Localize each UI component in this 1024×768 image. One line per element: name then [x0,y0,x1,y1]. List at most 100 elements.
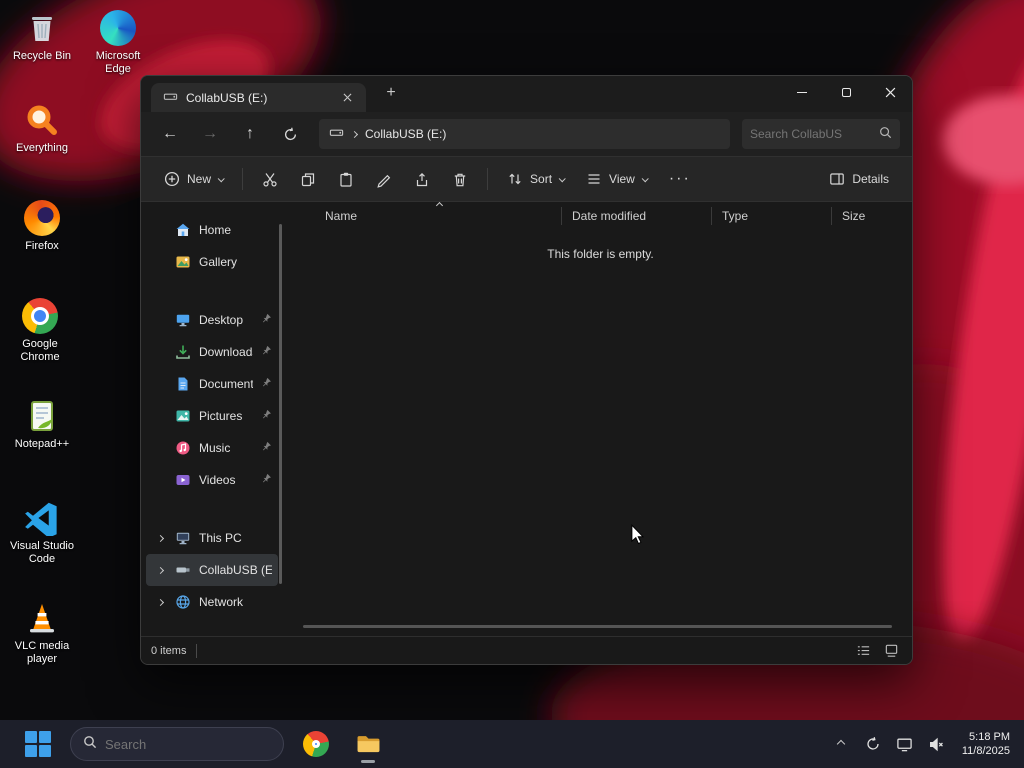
new-button[interactable]: New [155,163,232,195]
details-button-label: Details [852,172,889,186]
taskbar-search-input[interactable] [105,736,271,752]
tab-close-icon[interactable] [336,87,358,109]
sort-icon [509,173,521,185]
chevron-right-icon[interactable] [154,566,166,574]
close-button[interactable] [868,76,912,108]
chevron-right-icon[interactable] [154,598,166,606]
chevron-right-icon[interactable] [154,534,166,542]
volume-icon[interactable] [926,733,948,755]
explorer-search-input[interactable] [750,127,879,141]
desktop-folder-icon [174,312,191,328]
column-header-size[interactable]: Size [831,206,903,225]
desktop-icon-vscode[interactable]: Visual Studio Code [6,500,78,566]
desktop-icon-label: Everything [16,142,68,154]
taskbar-search[interactable] [70,727,284,761]
sidebar-item-home[interactable]: Home [146,214,278,246]
plus-circle-icon [164,171,180,187]
rename-button[interactable] [367,163,401,195]
breadcrumb[interactable]: CollabUSB (E:) [365,127,446,141]
sidebar-item-desktop[interactable]: Desktop [146,304,278,336]
sidebar-item-this-pc[interactable]: This PC [146,522,278,554]
details-button[interactable]: Details [820,163,898,195]
display-cast-icon[interactable] [894,733,916,755]
sort-button[interactable]: Sort [498,163,573,195]
details-pane-icon [830,173,845,185]
sidebar-item-documents[interactable]: Documents [146,368,278,400]
back-button[interactable]: ← [153,119,187,149]
sync-icon[interactable] [862,733,884,755]
forward-button[interactable]: → [193,119,227,149]
active-app-indicator [361,760,375,763]
sidebar-item-videos[interactable]: Videos [146,464,278,496]
desktop-icon-label: Recycle Bin [12,50,72,62]
column-header-name[interactable]: Name [289,201,561,225]
desktop-icon-notepadpp[interactable]: Notepad++ [6,398,78,451]
share-button[interactable] [405,163,439,195]
taskbar-chrome-button[interactable] [296,724,336,764]
sidebar-scrollbar[interactable] [279,224,282,584]
desktop-icon-firefox[interactable]: Firefox [6,200,78,253]
sidebar-item-label: Videos [199,473,236,487]
sidebar-section-gap [141,496,283,522]
search-icon [879,126,892,142]
desktop-icon-google-chrome[interactable]: Google Chrome [4,298,76,364]
hidden-icons-chevron[interactable] [830,733,852,755]
desktop-icon-label: Microsoft Edge [95,50,141,75]
sidebar-item-label: CollabUSB (E:) [199,563,272,577]
recycle-bin-icon [24,10,60,46]
desktop-icon-label: Visual Studio Code [9,540,74,565]
pin-icon [261,313,272,327]
search-box[interactable] [742,119,900,149]
taskbar-explorer-button[interactable] [348,724,388,764]
sidebar-item-music[interactable]: Music [146,432,278,464]
cut-button[interactable] [253,163,287,195]
pictures-icon [174,408,191,424]
desktop-icon-recycle-bin[interactable]: Recycle Bin [6,10,78,63]
delete-button[interactable] [443,163,477,195]
window-body: Home Gallery Desktop Downloads Documen P… [141,201,912,636]
usb-drive-icon [174,562,191,578]
address-bar[interactable]: CollabUSB (E:) [319,119,730,149]
sort-ascending-icon [435,201,444,209]
minimize-button[interactable] [780,76,824,108]
refresh-button[interactable] [273,119,307,149]
taskbar-apps [18,724,388,764]
sidebar-item-network[interactable]: Network [146,586,278,618]
maximize-button[interactable] [824,76,868,108]
system-tray: 5:18 PM 11/8/2025 [830,730,1014,758]
sidebar-item-pictures[interactable]: Pictures [146,400,278,432]
copy-button[interactable] [291,163,325,195]
taskbar: 5:18 PM 11/8/2025 [0,720,1024,768]
sidebar-item-collabusb[interactable]: CollabUSB (E:) [146,554,278,586]
desktop-icon-everything[interactable]: Everything [6,102,78,155]
paste-button[interactable] [329,163,363,195]
desktop-icon-microsoft-edge[interactable]: Microsoft Edge [82,10,154,76]
large-icons-view-button[interactable] [880,641,902,661]
desktop-icon-vlc[interactable]: VLC media player [6,600,78,666]
start-button[interactable] [18,724,58,764]
horizontal-scrollbar[interactable] [303,625,892,628]
trash-icon [454,173,466,186]
view-button[interactable]: View [577,163,656,195]
divider [487,168,489,190]
chevron-down-icon [217,174,225,182]
taskbar-clock[interactable]: 5:18 PM 11/8/2025 [962,730,1010,758]
tab-collabusb[interactable]: CollabUSB (E:) [151,83,366,112]
chrome-icon [22,298,58,334]
see-more-button[interactable]: ··· [660,163,700,195]
column-header-date-modified[interactable]: Date modified [561,206,711,225]
item-count: 0 items [151,644,187,657]
column-headers: Name Date modified Type Size [289,201,912,229]
up-button[interactable]: ↑ [233,119,267,149]
sidebar-item-label: Downloads [199,345,253,359]
clock-time: 5:18 PM [969,731,1010,743]
column-header-type[interactable]: Type [711,206,831,225]
sidebar-section-gap [141,278,283,304]
details-view-button[interactable] [852,641,874,661]
new-tab-button[interactable]: + [380,82,402,104]
sidebar-item-label: Network [199,595,244,609]
empty-folder-message: This folder is empty. [547,247,654,261]
sidebar-item-downloads[interactable]: Downloads [146,336,278,368]
sidebar-item-gallery[interactable]: Gallery [146,246,278,278]
file-explorer-icon [357,735,379,752]
